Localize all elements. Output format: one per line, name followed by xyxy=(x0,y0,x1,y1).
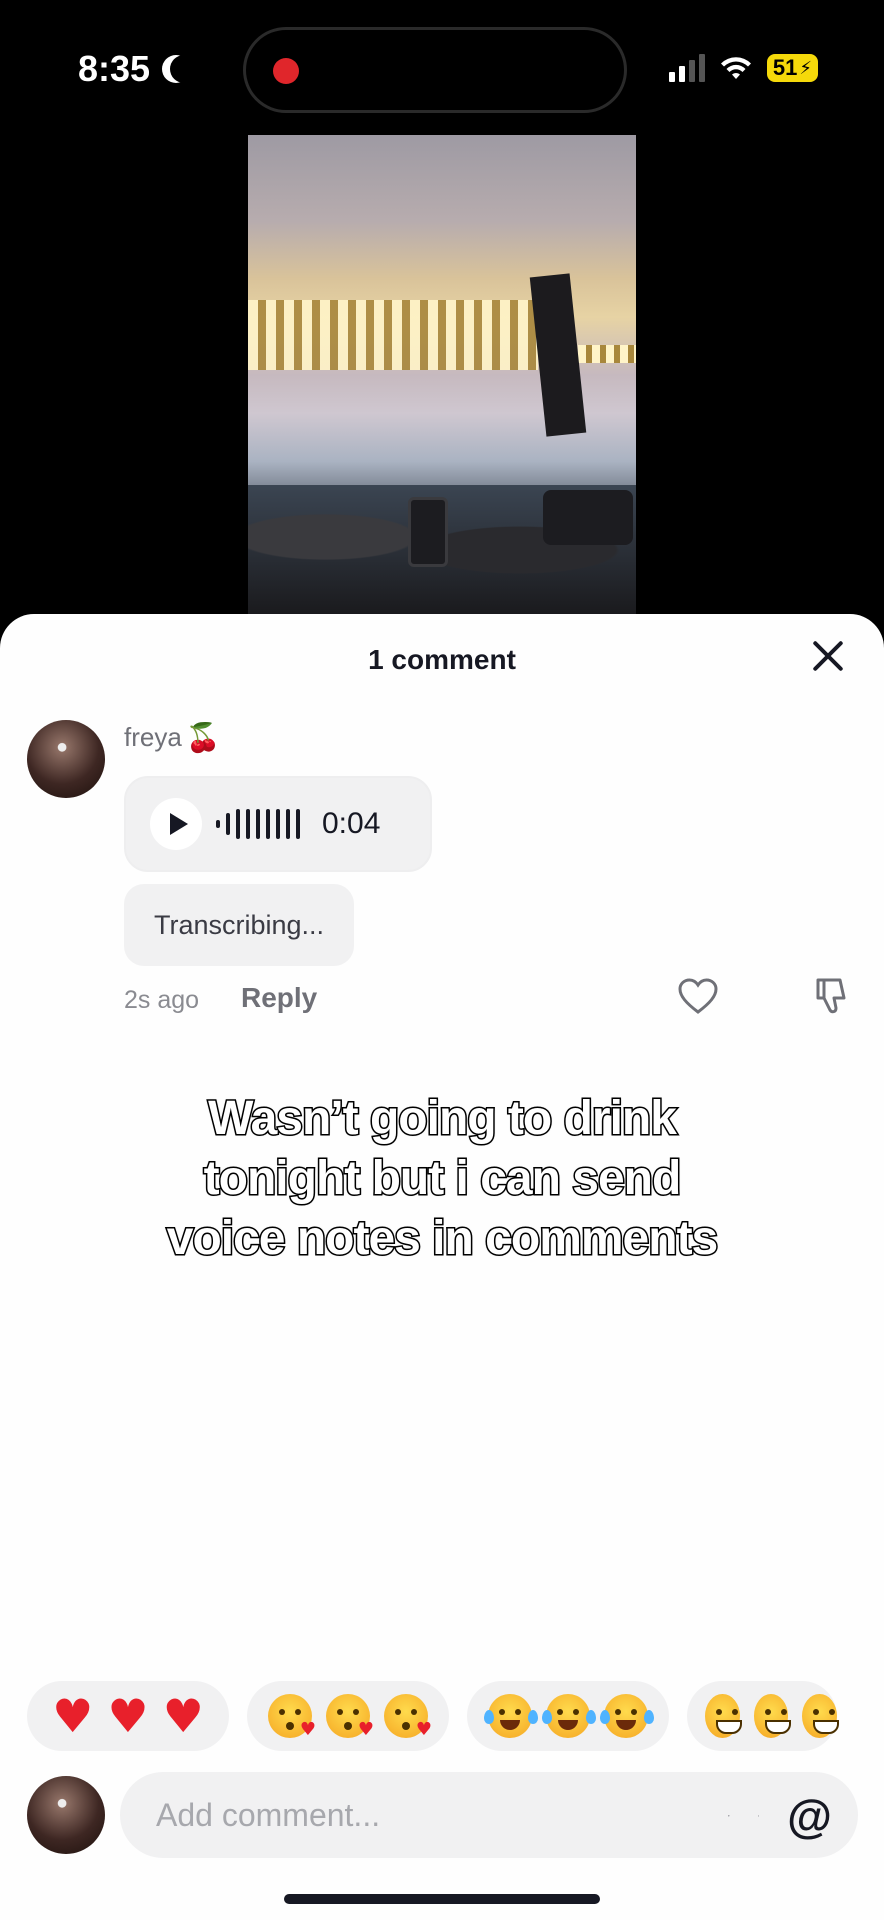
charging-bolt-icon: ⚡ xyxy=(799,57,812,78)
joy-emoji-icon xyxy=(484,1694,532,1738)
video-caption: Wasn’t going to drink tonight but i can … xyxy=(0,1089,884,1269)
home-indicator[interactable] xyxy=(284,1894,600,1904)
heart-icon[interactable] xyxy=(676,974,720,1018)
voice-note-duration: 0:04 xyxy=(322,807,381,840)
quick-reactions: ♥ ♥ ♥ ♥ ♥ ♥ xyxy=(27,1681,839,1751)
battery-level: 51 xyxy=(772,55,798,80)
phone-in-crowd xyxy=(408,497,448,567)
moon-icon xyxy=(170,55,198,83)
signal-icon xyxy=(668,54,705,82)
comment-username[interactable]: freya 🍒 xyxy=(124,721,221,754)
thumbs-down-icon[interactable] xyxy=(810,974,854,1018)
transcription-status: Transcribing... xyxy=(124,884,355,966)
dynamic-island xyxy=(243,27,627,113)
phone-in-crowd xyxy=(543,490,633,545)
comment-timestamp: 2s ago xyxy=(124,986,200,1014)
comments-sheet: 1 comment freya 🍒 0:04 Transcribing... 2… xyxy=(0,614,884,1920)
video-frame[interactable] xyxy=(248,135,636,615)
image-icon[interactable] xyxy=(728,1815,730,1817)
username-text: freya xyxy=(124,722,182,752)
kissing-heart-emoji-icon: ♥ xyxy=(384,1694,432,1740)
wifi-icon xyxy=(720,57,751,79)
status-time: 8:35 xyxy=(78,48,188,90)
close-icon[interactable] xyxy=(810,638,846,674)
status-time-text: 8:35 xyxy=(78,48,151,89)
input-actions: @ xyxy=(728,1792,832,1840)
reaction-grin-button[interactable] xyxy=(687,1681,839,1751)
heart-emoji-icon: ♥ xyxy=(107,1689,149,1743)
avatar xyxy=(27,1776,105,1854)
play-icon[interactable] xyxy=(150,798,202,850)
kissing-heart-emoji-icon: ♥ xyxy=(268,1694,316,1740)
status-icons: 51 ⚡ xyxy=(668,54,818,82)
sticker-icon[interactable] xyxy=(757,1815,760,1817)
caption-line: Wasn’t going to drink xyxy=(207,1091,679,1147)
waveform-icon xyxy=(216,806,300,842)
reaction-laugh-button[interactable] xyxy=(467,1681,669,1751)
heart-emoji-icon: ♥ xyxy=(162,1689,204,1743)
stage-lights-right xyxy=(578,345,636,363)
joy-emoji-icon xyxy=(600,1694,648,1738)
caption-line: voice notes in comments xyxy=(165,1211,720,1267)
grin-emoji-icon xyxy=(802,1694,839,1738)
mention-icon[interactable]: @ xyxy=(787,1792,832,1840)
reaction-hearts-button[interactable]: ♥ ♥ ♥ xyxy=(27,1681,229,1751)
recording-indicator xyxy=(273,58,299,84)
heart-emoji-icon: ♥ xyxy=(52,1689,94,1743)
reaction-kiss-button[interactable]: ♥ ♥ ♥ xyxy=(247,1681,449,1751)
comment-input[interactable] xyxy=(156,1796,576,1834)
stage-lights xyxy=(248,300,538,370)
cherry-emoji: 🍒 xyxy=(185,722,221,753)
speaker-array xyxy=(529,273,587,437)
grin-emoji-icon xyxy=(753,1694,791,1738)
battery-icon: 51 ⚡ xyxy=(766,54,818,82)
comment-input-bar: @ xyxy=(120,1772,858,1858)
caption-line: tonight but i can send xyxy=(202,1151,683,1207)
grin-emoji-icon xyxy=(705,1694,742,1738)
voice-note[interactable]: 0:04 xyxy=(124,776,432,872)
avatar[interactable] xyxy=(27,720,105,798)
joy-emoji-icon xyxy=(542,1694,590,1738)
kissing-heart-emoji-icon: ♥ xyxy=(326,1694,374,1740)
screen: 8:35 51 ⚡ 1 comment freya 🍒 0:04 Transcr… xyxy=(0,0,884,1920)
reply-button[interactable]: Reply xyxy=(241,982,317,1014)
comments-count-title: 1 comment xyxy=(368,644,516,675)
